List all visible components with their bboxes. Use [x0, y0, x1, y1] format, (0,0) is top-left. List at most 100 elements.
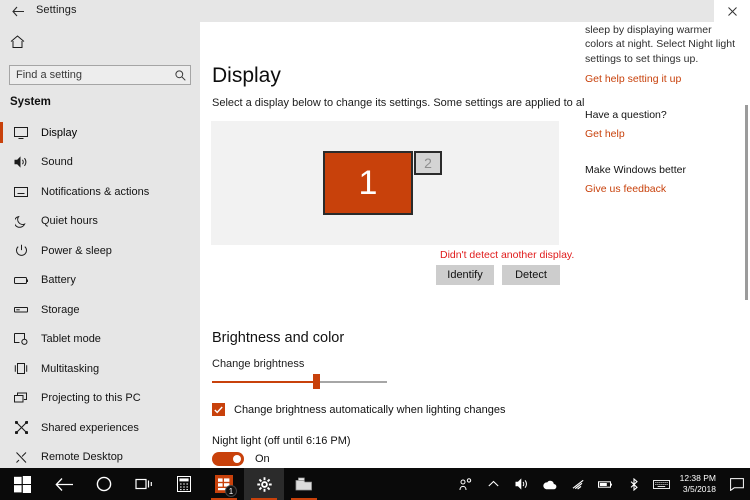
- sidebar-item-label: Projecting to this PC: [41, 392, 141, 405]
- calculator-app-button[interactable]: [164, 468, 204, 500]
- search-input[interactable]: Find a setting: [9, 65, 191, 85]
- search-icon[interactable]: [170, 69, 190, 81]
- taskbar-clock[interactable]: 12:38 PM 3/5/2018: [676, 468, 724, 500]
- onedrive-cloud-icon[interactable]: [536, 468, 564, 500]
- system-tray: 12:38 PM 3/5/2018: [452, 468, 750, 500]
- back-arrow-icon: [54, 477, 73, 491]
- speaker-icon: [10, 153, 32, 171]
- slider-fill: [212, 381, 317, 383]
- taskbar: 1 12:38 PM 3/5/2018: [0, 468, 750, 500]
- wifi-icon[interactable]: [564, 468, 592, 500]
- moon-icon: [10, 212, 32, 230]
- help-paragraph: sleep by displaying warmer colors at nig…: [585, 23, 735, 65]
- settings-window: Settings Find a setting System Display S…: [0, 0, 750, 500]
- selection-indicator: [0, 122, 3, 143]
- shared-icon: [10, 419, 32, 437]
- checkmark-icon: [214, 406, 223, 413]
- speaker-icon[interactable]: [508, 468, 536, 500]
- close-icon[interactable]: [714, 0, 750, 22]
- sidebar-item-power-sleep[interactable]: Power & sleep: [0, 236, 200, 266]
- start-button[interactable]: [0, 468, 44, 500]
- back-arrow-icon[interactable]: [8, 3, 28, 19]
- sidebar-nav-list: Display Sound Notifications & actions Qu…: [0, 118, 200, 472]
- home-icon[interactable]: [10, 35, 32, 55]
- sidebar-item-projecting[interactable]: Projecting to this PC: [0, 384, 200, 414]
- display-monitor-2[interactable]: 2: [414, 151, 442, 175]
- clock-date: 3/5/2018: [682, 484, 716, 494]
- title-bar: Settings: [0, 0, 750, 22]
- brightness-section-title: Brightness and color: [212, 330, 345, 346]
- notification-icon: [10, 183, 32, 201]
- app-badge-count: 1: [225, 485, 237, 497]
- sidebar-item-shared-experiences[interactable]: Shared experiences: [0, 413, 200, 443]
- detect-button[interactable]: Detect: [502, 265, 560, 285]
- sidebar-item-label: Quiet hours: [41, 215, 98, 228]
- night-light-toggle-state: On: [255, 453, 270, 465]
- have-a-question-heading: Have a question?: [585, 109, 667, 121]
- window-title: Settings: [36, 4, 77, 16]
- sidebar-item-label: Notifications & actions: [41, 185, 150, 198]
- task-view-button[interactable]: [124, 468, 164, 500]
- auto-brightness-label: Change brightness automatically when lig…: [234, 403, 506, 416]
- display-arrangement-preview[interactable]: 1 2: [211, 121, 559, 245]
- bluetooth-icon[interactable]: [620, 468, 648, 500]
- sidebar-item-storage[interactable]: Storage: [0, 295, 200, 325]
- power-icon: [10, 242, 32, 260]
- cortana-circle-icon: [96, 476, 112, 492]
- sidebar-item-label: Remote Desktop: [41, 451, 123, 464]
- get-help-setup-link[interactable]: Get help setting it up: [585, 73, 735, 85]
- auto-brightness-checkbox[interactable]: [212, 403, 225, 416]
- sidebar-item-label: Tablet mode: [41, 333, 101, 346]
- make-windows-better-heading: Make Windows better: [585, 164, 686, 176]
- give-feedback-link[interactable]: Give us feedback: [585, 183, 735, 195]
- explorer-app-button[interactable]: [284, 468, 324, 500]
- display-number: 2: [424, 155, 432, 171]
- page-description: Select a display below to change its set…: [212, 97, 633, 109]
- sidebar-item-label: Battery: [41, 274, 76, 287]
- sidebar-item-tablet-mode[interactable]: Tablet mode: [0, 325, 200, 355]
- brightness-slider[interactable]: [212, 374, 387, 389]
- help-content: Night light can help you get to sleep by…: [585, 22, 735, 196]
- slider-thumb[interactable]: [313, 374, 320, 389]
- tablet-icon: [10, 330, 32, 348]
- night-light-toggle[interactable]: [212, 452, 244, 466]
- identify-button[interactable]: Identify: [436, 265, 494, 285]
- people-icon[interactable]: [452, 468, 480, 500]
- display-monitor-1[interactable]: 1: [323, 151, 413, 215]
- sidebar-item-label: Sound: [41, 156, 73, 169]
- folder-app-icon: [295, 477, 312, 491]
- sidebar-item-label: Display: [41, 126, 78, 139]
- action-center-icon[interactable]: [724, 468, 750, 500]
- display-action-buttons: Identify Detect: [436, 265, 560, 285]
- windows-logo-icon: [13, 475, 31, 493]
- sidebar-item-sound[interactable]: Sound: [0, 148, 200, 178]
- brightness-slider-label: Change brightness: [212, 358, 305, 370]
- sidebar: Find a setting System Display Sound Noti…: [0, 22, 200, 468]
- title-bar-left: [0, 0, 200, 22]
- sidebar-item-quiet-hours[interactable]: Quiet hours: [0, 207, 200, 237]
- pinned-app-button[interactable]: 1: [204, 468, 244, 500]
- help-pane: Night light can help you get to sleep by…: [585, 22, 735, 468]
- night-light-toggle-row[interactable]: On: [212, 452, 270, 466]
- settings-app-button[interactable]: [244, 468, 284, 500]
- app-tile-icon: 1: [215, 475, 237, 497]
- keyboard-icon[interactable]: [648, 468, 676, 500]
- multitasking-icon: [10, 360, 32, 378]
- sidebar-item-multitasking[interactable]: Multitasking: [0, 354, 200, 384]
- sidebar-item-notifications[interactable]: Notifications & actions: [0, 177, 200, 207]
- display-number: 1: [358, 164, 378, 202]
- battery-icon[interactable]: [592, 468, 620, 500]
- sidebar-item-battery[interactable]: Battery: [0, 266, 200, 296]
- detect-error-message: Didn't detect another display.: [440, 249, 575, 261]
- chevron-up-icon[interactable]: [480, 468, 508, 500]
- get-help-link[interactable]: Get help: [585, 128, 735, 140]
- sidebar-section-title: System: [10, 96, 51, 108]
- monitor-icon: [10, 124, 32, 142]
- auto-brightness-row[interactable]: Change brightness automatically when lig…: [212, 403, 506, 416]
- vertical-scrollbar[interactable]: [745, 105, 748, 300]
- task-view-icon: [135, 478, 152, 490]
- taskbar-back-button[interactable]: [44, 468, 84, 500]
- sidebar-item-display[interactable]: Display: [0, 118, 200, 148]
- sidebar-item-label: Multitasking: [41, 362, 100, 375]
- cortana-button[interactable]: [84, 468, 124, 500]
